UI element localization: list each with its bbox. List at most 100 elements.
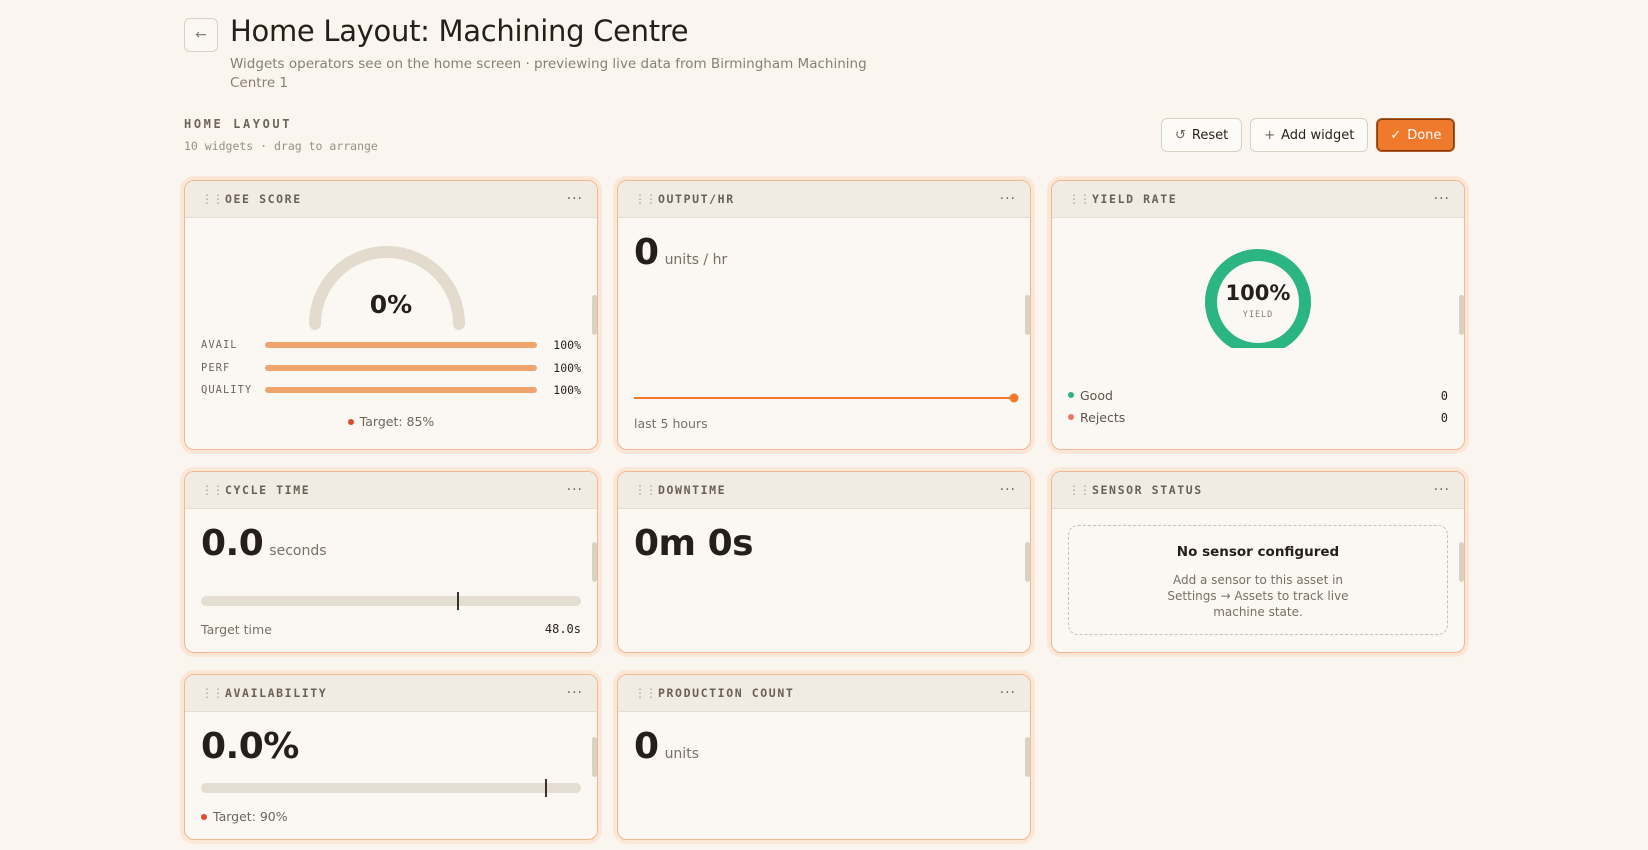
yield-value: 100% bbox=[1225, 281, 1291, 305]
section-label: HOME LAYOUT bbox=[184, 117, 293, 131]
resize-handle[interactable] bbox=[1025, 542, 1030, 582]
target-dot-icon bbox=[347, 418, 354, 425]
toolbar: ↺ Reset + Add widget ✓ Done bbox=[1161, 118, 1456, 152]
drag-handle-icon[interactable]: ⋮⋮ bbox=[201, 686, 225, 700]
bar-fill bbox=[265, 342, 537, 348]
check-icon: ✓ bbox=[1390, 127, 1402, 143]
availability-target-text: Target: 90% bbox=[213, 809, 288, 824]
more-options-icon[interactable]: ··· bbox=[567, 191, 583, 207]
cycle-value: 0.0 bbox=[201, 523, 264, 564]
more-options-icon[interactable]: ··· bbox=[567, 482, 583, 498]
cycle-target-value: 48.0s bbox=[544, 622, 581, 636]
oee-target-text: Target: 85% bbox=[359, 414, 435, 429]
sensor-empty-title: No sensor configured bbox=[1176, 544, 1340, 560]
bar-fill bbox=[265, 387, 537, 393]
availability-target-marker bbox=[544, 779, 547, 797]
sparkline-end-point bbox=[1009, 393, 1019, 403]
bar-value: 100% bbox=[553, 361, 581, 375]
bar-label: AVAIL bbox=[201, 339, 238, 351]
add-widget-button[interactable]: + Add widget bbox=[1250, 118, 1369, 152]
widget-availability[interactable]: ⋮⋮ AVAILABILITY ··· 0.0% Target: 90% bbox=[184, 674, 598, 840]
done-label: Done bbox=[1407, 127, 1442, 143]
target-dot-icon bbox=[201, 813, 207, 820]
more-options-icon[interactable]: ··· bbox=[1000, 685, 1016, 701]
widget-sensor-status[interactable]: ⋮⋮ SENSOR STATUS ··· No sensor configure… bbox=[1051, 471, 1465, 653]
oee-bar-avail: AVAIL 100% bbox=[201, 338, 581, 352]
availability-value: 0.0% bbox=[201, 726, 299, 767]
widget-output-hr[interactable]: ⋮⋮ OUTPUT/HR ··· 0 units / hr last 5 hour… bbox=[617, 180, 1031, 450]
resize-handle[interactable] bbox=[592, 737, 597, 777]
resize-handle[interactable] bbox=[592, 295, 597, 335]
resize-handle[interactable] bbox=[1459, 542, 1464, 582]
widget-production-count[interactable]: ⋮⋮ PRODUCTION COUNT ··· 0 units bbox=[617, 674, 1031, 840]
bar-label: QUALITY bbox=[201, 384, 253, 396]
good-label: Good bbox=[1080, 388, 1113, 403]
more-options-icon[interactable]: ··· bbox=[1434, 482, 1450, 498]
page-subtitle: Widgets operators see on the home screen… bbox=[230, 56, 867, 91]
more-options-icon[interactable]: ··· bbox=[1434, 191, 1450, 207]
drag-handle-icon[interactable]: ⋮⋮ bbox=[1068, 192, 1092, 206]
more-options-icon[interactable]: ··· bbox=[1000, 191, 1016, 207]
good-value: 0 bbox=[1440, 388, 1448, 403]
good-dot-icon bbox=[1068, 391, 1074, 398]
widget-title: AVAILABILITY bbox=[225, 686, 328, 700]
reset-button[interactable]: ↺ Reset bbox=[1161, 118, 1243, 152]
drag-handle-icon[interactable]: ⋮⋮ bbox=[1068, 483, 1092, 497]
oee-bar-perf: PERF 100% bbox=[201, 361, 581, 375]
plus-icon: + bbox=[1264, 127, 1276, 143]
rejects-label: Rejects bbox=[1080, 410, 1126, 425]
done-button[interactable]: ✓ Done bbox=[1376, 118, 1456, 152]
output-sparkline bbox=[634, 393, 1019, 403]
production-unit: units bbox=[664, 746, 699, 762]
widget-title: OEE SCORE bbox=[225, 192, 302, 206]
widget-title: YIELD RATE bbox=[1092, 192, 1178, 206]
more-options-icon[interactable]: ··· bbox=[567, 685, 583, 701]
drag-handle-icon[interactable]: ⋮⋮ bbox=[201, 192, 225, 206]
downtime-value: 0m 0s bbox=[634, 523, 754, 564]
arrow-left-icon: ← bbox=[195, 27, 207, 43]
oee-gauge bbox=[309, 246, 465, 330]
bar-label: PERF bbox=[201, 362, 231, 374]
reset-icon: ↺ bbox=[1175, 127, 1186, 143]
drag-handle-icon[interactable]: ⋮⋮ bbox=[634, 192, 658, 206]
widget-title: SENSOR STATUS bbox=[1092, 483, 1203, 497]
cycle-track bbox=[201, 592, 581, 610]
sensor-empty-state: No sensor configured Add a sensor to thi… bbox=[1068, 525, 1448, 635]
widget-oee-score[interactable]: ⋮⋮ OEE SCORE ··· 0% AVAIL 100% PERF 100%… bbox=[184, 180, 598, 450]
yield-legend-good: Good 0 bbox=[1068, 388, 1448, 403]
sensor-empty-desc: Add a sensor to this asset in Settings →… bbox=[1167, 573, 1349, 619]
availability-target: Target: 90% bbox=[201, 809, 288, 824]
widget-cycle-time[interactable]: ⋮⋮ CYCLE TIME ··· 0.0 seconds Target time… bbox=[184, 471, 598, 653]
add-widget-label: Add widget bbox=[1281, 127, 1355, 143]
yield-legend-rejects: Rejects 0 bbox=[1068, 410, 1448, 425]
bar-value: 100% bbox=[553, 338, 581, 352]
output-metric: 0 units / hr bbox=[634, 232, 727, 273]
reject-dot-icon bbox=[1068, 413, 1074, 420]
widget-downtime[interactable]: ⋮⋮ DOWNTIME ··· 0m 0s bbox=[617, 471, 1031, 653]
drag-handle-icon[interactable]: ⋮⋮ bbox=[634, 686, 658, 700]
resize-handle[interactable] bbox=[1025, 295, 1030, 335]
output-value: 0 bbox=[634, 232, 659, 273]
page-title: Home Layout: Machining Centre bbox=[230, 14, 689, 48]
output-note: last 5 hours bbox=[634, 416, 708, 431]
back-button[interactable]: ← bbox=[184, 18, 218, 52]
more-options-icon[interactable]: ··· bbox=[1000, 482, 1016, 498]
cycle-target-label: Target time bbox=[201, 622, 272, 637]
widget-yield-rate[interactable]: ⋮⋮ YIELD RATE ··· 100% YIELD Good 0 Reje… bbox=[1051, 180, 1465, 450]
resize-handle[interactable] bbox=[1025, 737, 1030, 777]
widget-title: OUTPUT/HR bbox=[658, 192, 735, 206]
cycle-unit: seconds bbox=[269, 543, 327, 559]
reset-label: Reset bbox=[1191, 127, 1229, 143]
drag-handle-icon[interactable]: ⋮⋮ bbox=[201, 483, 225, 497]
drag-handle-icon[interactable]: ⋮⋮ bbox=[634, 483, 658, 497]
oee-bar-quality: QUALITY 100% bbox=[201, 383, 581, 397]
resize-handle[interactable] bbox=[1459, 295, 1464, 335]
widget-title: CYCLE TIME bbox=[225, 483, 311, 497]
oee-target: Target: 85% bbox=[185, 414, 597, 429]
widget-title: DOWNTIME bbox=[658, 483, 727, 497]
output-unit: units / hr bbox=[664, 252, 728, 268]
resize-handle[interactable] bbox=[592, 542, 597, 582]
bar-value: 100% bbox=[553, 383, 581, 397]
rejects-value: 0 bbox=[1440, 410, 1448, 425]
cycle-target-marker bbox=[456, 592, 459, 610]
